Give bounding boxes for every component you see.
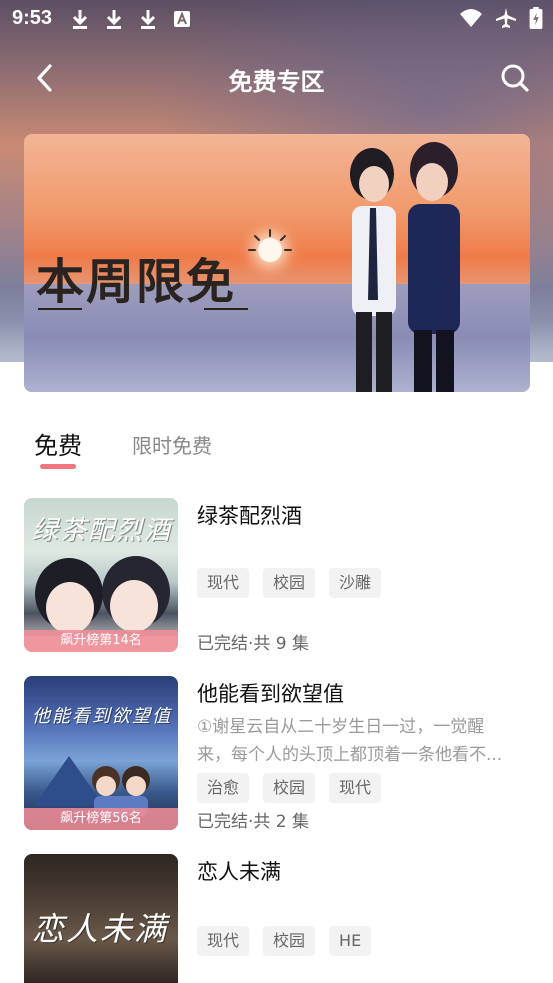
- cover-title-art: 他能看到欲望值: [32, 706, 172, 727]
- banner-characters-illustration: [350, 142, 460, 392]
- battery-charging-icon: [529, 7, 543, 29]
- download-icon: [140, 10, 156, 29]
- tag[interactable]: 现代: [197, 568, 250, 598]
- book-cover[interactable]: 绿茶配烈酒 飙升榜第14名: [24, 498, 178, 652]
- tag[interactable]: 现代: [197, 926, 250, 956]
- download-icon: [106, 10, 122, 29]
- description-line: 来，每个人的头顶上都顶着一条他看不...: [197, 745, 503, 765]
- rank-badge: 飙升榜第56名: [24, 808, 178, 830]
- book-title[interactable]: 恋人未满: [197, 856, 281, 886]
- tag[interactable]: 校园: [263, 926, 316, 956]
- tab-bar: 免费 限时免费: [34, 426, 212, 461]
- tag[interactable]: 治愈: [197, 773, 250, 803]
- book-cover[interactable]: 恋人未满: [24, 854, 178, 983]
- tag-list: 现代 校园 沙雕: [197, 568, 382, 598]
- page-title: 免费专区: [228, 68, 325, 96]
- tag-list: 治愈 校园 现代: [197, 773, 382, 803]
- status-bar: 9:53: [0, 0, 553, 38]
- list-item[interactable]: 恋人未满 恋人未满 现代 校园 HE: [24, 854, 530, 983]
- notification-icons: [70, 8, 192, 30]
- cover-title-art: 恋人未满: [32, 910, 169, 948]
- tab-active-indicator: [40, 464, 76, 469]
- tag[interactable]: 现代: [329, 773, 382, 803]
- banner-underline: [38, 308, 82, 310]
- tag[interactable]: 沙雕: [329, 568, 382, 598]
- tab-free[interactable]: 免费: [34, 426, 82, 461]
- search-button[interactable]: [497, 60, 533, 96]
- tab-limited-free[interactable]: 限时免费: [132, 430, 212, 459]
- tag-list: 现代 校园 HE: [197, 926, 372, 956]
- book-status: 已完结·共 2 集: [197, 812, 310, 832]
- book-description: ①谢星云自从二十岁生日一过，一觉醒 来，每个人的头顶上都顶着一条他看不...: [197, 713, 522, 769]
- promo-banner[interactable]: 本周限免: [24, 134, 530, 392]
- cover-title-art: 绿茶配烈酒: [32, 516, 173, 546]
- download-icon: [72, 10, 88, 29]
- status-time: 9:53: [12, 7, 53, 29]
- wifi-icon: [460, 9, 482, 27]
- banner-underline: [204, 308, 248, 310]
- airplane-icon: [496, 8, 516, 28]
- tag[interactable]: 校园: [263, 568, 316, 598]
- system-icons: [459, 7, 543, 29]
- description-line: ①谢星云自从二十岁生日一过，一觉醒: [197, 717, 485, 737]
- font-a-icon: [174, 11, 190, 27]
- sun-rays-icon: [248, 229, 292, 251]
- search-icon: [501, 64, 529, 92]
- book-title[interactable]: 绿茶配烈酒: [197, 500, 302, 530]
- list-item[interactable]: 绿茶配烈酒 飙升榜第14名 绿茶配烈酒 现代 校园 沙雕 已完结·共 9 集: [24, 498, 530, 654]
- book-title[interactable]: 他能看到欲望值: [197, 678, 344, 708]
- tag[interactable]: HE: [329, 926, 372, 956]
- book-cover[interactable]: 他能看到欲望值 飙升榜第56名: [24, 676, 178, 830]
- list-item[interactable]: 他能看到欲望值 飙升榜第56名 他能看到欲望值 ①谢星云自从二十岁生日一过，一觉…: [24, 676, 530, 832]
- banner-headline: 本周限免: [36, 254, 237, 310]
- book-status: 已完结·共 9 集: [197, 634, 310, 654]
- rank-badge: 飙升榜第14名: [24, 630, 178, 652]
- tag[interactable]: 校园: [263, 773, 316, 803]
